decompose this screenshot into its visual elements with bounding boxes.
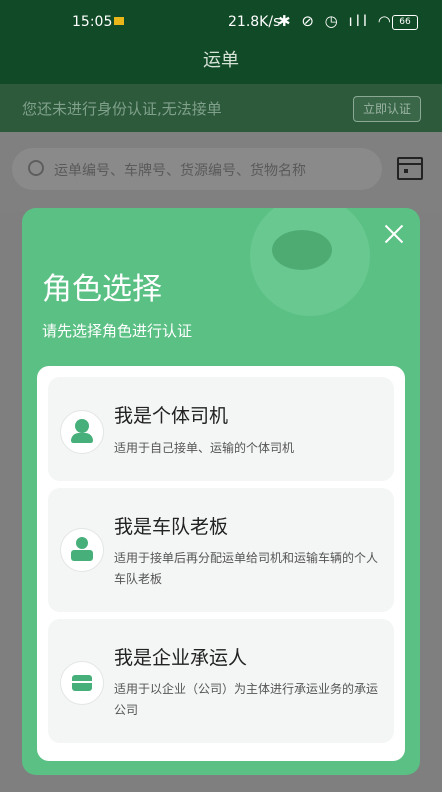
status-bar: 15:05 21.8K/s ✱ ⊘ ◷ ıll ◠ 66 bbox=[0, 0, 442, 44]
status-icons: ✱ ⊘ ◷ ıll ◠ bbox=[278, 12, 394, 30]
fleet-owner-icon bbox=[60, 528, 104, 572]
role-card-individual-driver[interactable]: 我是个体司机 适用于自己接单、运输的个体司机 bbox=[48, 377, 394, 481]
role-list: 我是个体司机 适用于自己接单、运输的个体司机 我是车队老板 适用于接单后再分配运… bbox=[37, 366, 405, 761]
verify-now-button[interactable]: 立即认证 bbox=[353, 96, 421, 122]
modal-subtitle: 请先选择角色进行认证 bbox=[42, 322, 193, 340]
search-placeholder: 运单编号、车牌号、货源编号、货物名称 bbox=[54, 163, 306, 179]
role-title: 我是车队老板 bbox=[114, 516, 229, 538]
role-description: 适用于自己接单、运输的个体司机 bbox=[114, 441, 295, 455]
status-time: 15:05 bbox=[72, 14, 113, 30]
role-title: 我是企业承运人 bbox=[114, 647, 248, 669]
role-title: 我是个体司机 bbox=[114, 405, 229, 427]
role-description: 适用于接单后再分配运单给司机和运输车辆的个人车队老板 bbox=[114, 551, 379, 586]
battery-icon: 66 bbox=[392, 15, 418, 30]
search-area: 运单编号、车牌号、货源编号、货物名称 bbox=[0, 132, 442, 212]
network-speed: 21.8K/s bbox=[228, 14, 281, 30]
close-icon[interactable] bbox=[382, 222, 406, 246]
notification-flag-icon bbox=[114, 17, 124, 25]
search-icon bbox=[28, 160, 44, 176]
role-card-fleet-owner[interactable]: 我是车队老板 适用于接单后再分配运单给司机和运输车辆的个人车队老板 bbox=[48, 488, 394, 612]
page-title: 运单 bbox=[0, 44, 442, 84]
verify-message: 您还未进行身份认证,无法接单 bbox=[22, 100, 222, 118]
search-input[interactable]: 运单编号、车牌号、货源编号、货物名称 bbox=[12, 148, 382, 190]
verify-banner: 您还未进行身份认证,无法接单 立即认证 bbox=[0, 84, 442, 132]
briefcase-icon bbox=[60, 661, 104, 705]
driver-icon bbox=[60, 410, 104, 454]
role-description: 适用于以企业（公司）为主体进行承运业务的承运公司 bbox=[114, 682, 379, 717]
role-selection-modal: 角色选择 请先选择角色进行认证 我是个体司机 适用于自己接单、运输的个体司机 我… bbox=[22, 208, 420, 775]
globe-decoration bbox=[272, 230, 332, 270]
modal-title: 角色选择 bbox=[42, 272, 162, 307]
calendar-icon[interactable] bbox=[397, 157, 423, 180]
role-card-enterprise-carrier[interactable]: 我是企业承运人 适用于以企业（公司）为主体进行承运业务的承运公司 bbox=[48, 619, 394, 743]
